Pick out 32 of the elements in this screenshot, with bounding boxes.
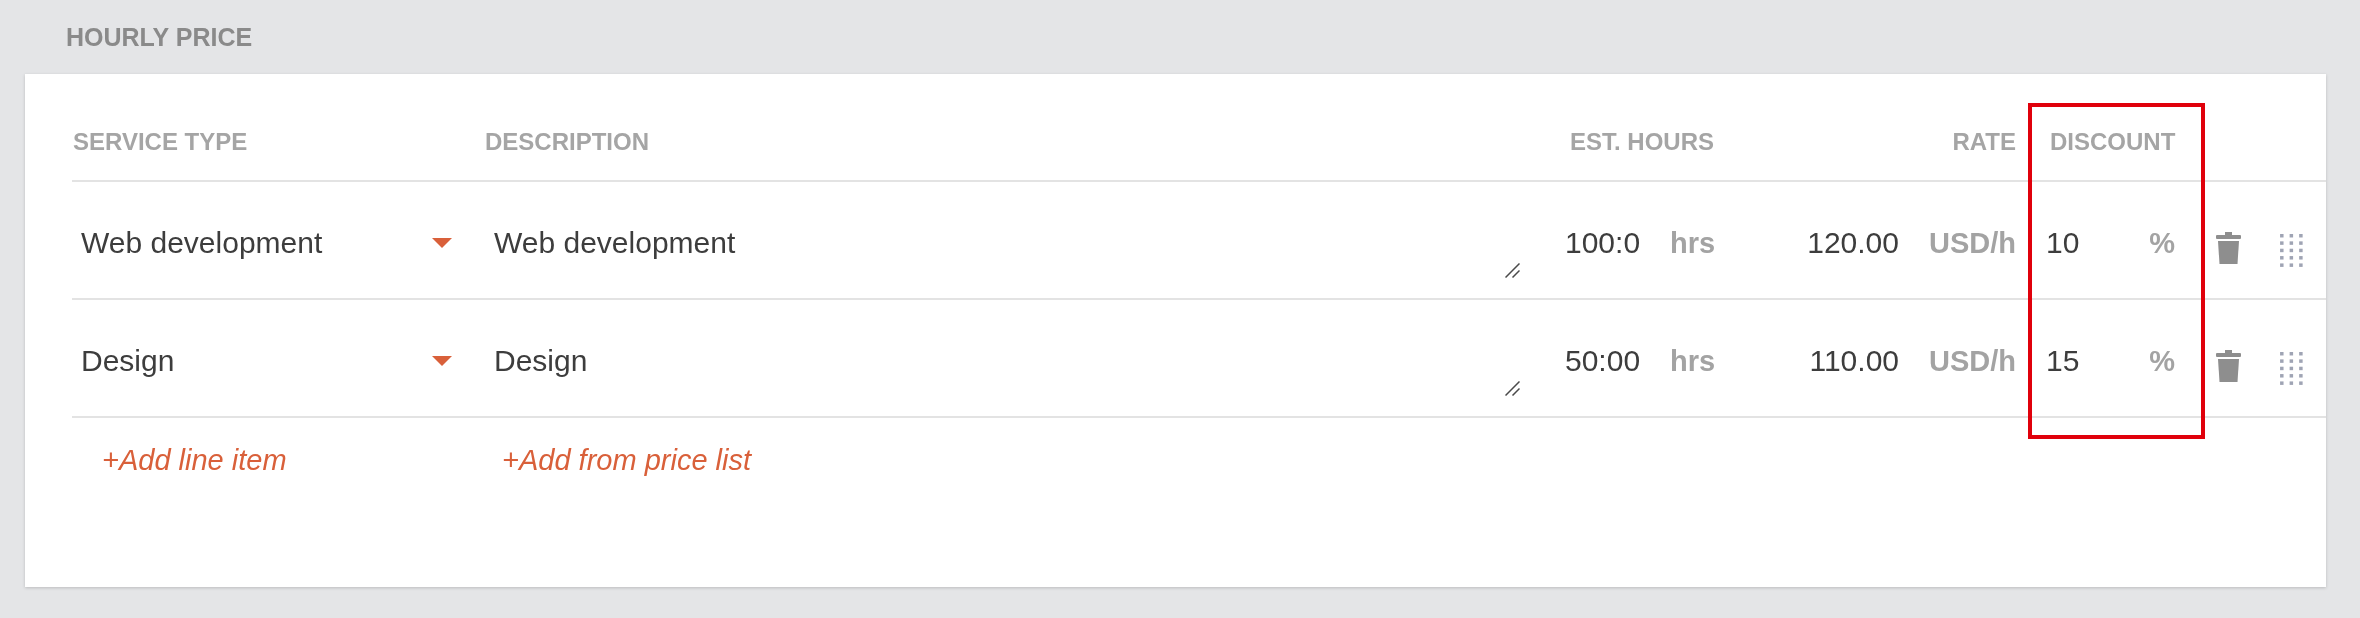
resize-handle-icon[interactable] (1505, 381, 1520, 396)
unit-label: hrs (1670, 226, 1716, 261)
column-header: SERVICE TYPE (73, 128, 248, 156)
unit-label: hrs (1670, 344, 1716, 379)
column-header: DESCRIPTION (485, 128, 649, 156)
unit-label: % (2149, 226, 2175, 261)
service-type-dropdown[interactable]: Web development (81, 225, 452, 261)
unit-label: USD/h (1929, 226, 2016, 261)
unit-label: USD/h (1929, 344, 2016, 379)
rate-field[interactable]: 120.00 (1807, 225, 1899, 261)
hours-field[interactable]: 100:0 (1565, 225, 1641, 261)
discount-field[interactable]: 10 (2046, 225, 2080, 261)
unit-label: % (2149, 344, 2175, 379)
service-type-dropdown[interactable]: Design (81, 343, 452, 379)
caret-icon (432, 238, 452, 248)
column-header: EST. HOURS (1570, 128, 1715, 156)
resize-handle-icon[interactable] (1505, 263, 1520, 278)
section-title: HOURLY PRICE (66, 22, 253, 52)
drag-handle-icon[interactable] (2280, 351, 2303, 385)
rate-field[interactable]: 110.00 (1809, 343, 1899, 379)
trash-icon[interactable] (2216, 232, 2241, 264)
add-link[interactable]: +Add line item (102, 442, 287, 478)
description-field[interactable]: Design (494, 326, 1520, 396)
hours-field[interactable]: 50:00 (1565, 343, 1641, 379)
column-header: DISCOUNT (2050, 128, 2176, 156)
caret-icon (432, 356, 452, 366)
discount-field[interactable]: 15 (2046, 343, 2080, 379)
drag-handle-icon[interactable] (2280, 233, 2303, 267)
column-header: RATE (1952, 128, 2016, 156)
add-link[interactable]: +Add from price list (502, 442, 751, 478)
trash-icon[interactable] (2216, 350, 2241, 382)
description-field[interactable]: Web development (494, 208, 1520, 278)
